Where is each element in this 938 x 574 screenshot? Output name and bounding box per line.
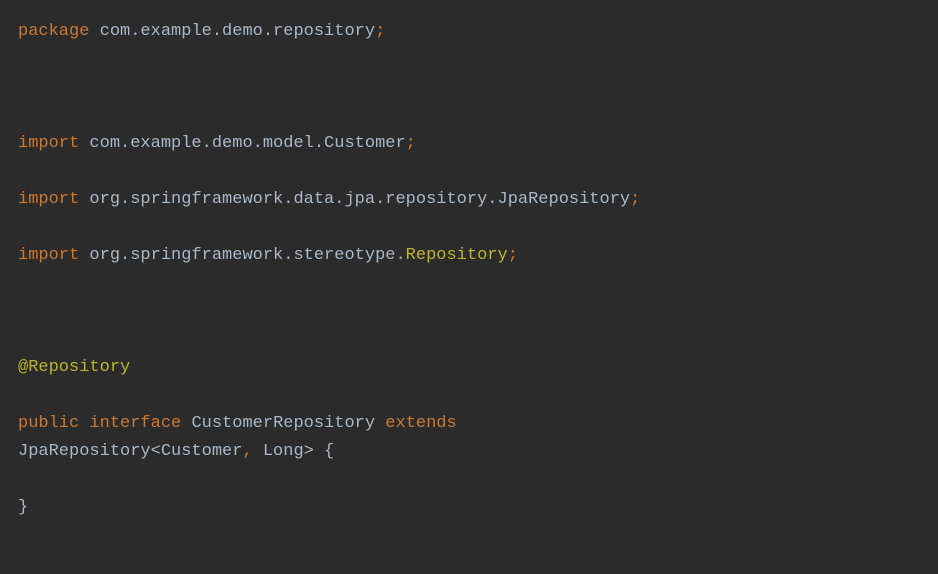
code-line-empty xyxy=(18,270,920,298)
public-keyword: public xyxy=(18,414,79,433)
code-line-import: import org.springframework.stereotype.Re… xyxy=(18,242,920,270)
code-line-empty xyxy=(18,74,920,102)
code-line-empty xyxy=(18,382,920,410)
import-keyword: import xyxy=(18,246,79,265)
comma: , xyxy=(242,442,252,461)
code-line-empty xyxy=(18,466,920,494)
code-line-package: package com.example.demo.repository; xyxy=(18,18,920,46)
package-keyword: package xyxy=(18,22,89,41)
semicolon: ; xyxy=(508,246,518,265)
space xyxy=(79,414,89,433)
semicolon: ; xyxy=(375,22,385,41)
repository-class: Repository xyxy=(406,246,508,265)
code-line-empty xyxy=(18,46,920,74)
extends-keyword: extends xyxy=(385,414,456,433)
space xyxy=(375,414,385,433)
code-line-empty xyxy=(18,214,920,242)
import-keyword: import xyxy=(18,134,79,153)
import-name: com.example.demo.model.Customer xyxy=(79,134,405,153)
long-type: Long> { xyxy=(253,442,335,461)
package-name: com.example.demo.repository xyxy=(89,22,375,41)
close-brace: } xyxy=(18,498,28,517)
code-line-declaration: public interface CustomerRepository exte… xyxy=(18,410,920,438)
semicolon: ; xyxy=(630,190,640,209)
interface-keyword: interface xyxy=(89,414,181,433)
code-line-empty xyxy=(18,158,920,186)
code-line-annotation: @Repository xyxy=(18,354,920,382)
code-editor: package com.example.demo.repository; imp… xyxy=(18,18,920,522)
code-line-brace: } xyxy=(18,494,920,522)
base-class: JpaRepository<Customer xyxy=(18,442,242,461)
code-line-empty xyxy=(18,326,920,354)
import-name: org.springframework.data.jpa.repository.… xyxy=(79,190,630,209)
code-line-import: import org.springframework.data.jpa.repo… xyxy=(18,186,920,214)
code-line-generic: JpaRepository<Customer, Long> { xyxy=(18,438,920,466)
code-line-empty xyxy=(18,102,920,130)
import-keyword: import xyxy=(18,190,79,209)
interface-name: CustomerRepository xyxy=(191,414,375,433)
import-name: org.springframework.stereotype. xyxy=(79,246,405,265)
code-line-empty xyxy=(18,298,920,326)
semicolon: ; xyxy=(406,134,416,153)
annotation: @Repository xyxy=(18,358,130,377)
space xyxy=(181,414,191,433)
code-line-import: import com.example.demo.model.Customer; xyxy=(18,130,920,158)
